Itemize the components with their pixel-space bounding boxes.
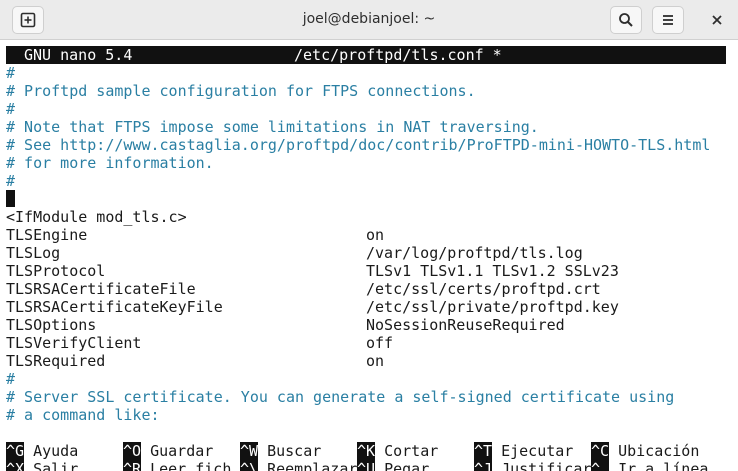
shortcut-label: Ir a línea bbox=[618, 460, 709, 471]
shortcut-label: Pegar bbox=[384, 460, 430, 471]
shortcut-label: Ubicación bbox=[618, 442, 700, 460]
directive-value: off bbox=[366, 334, 394, 352]
directive-key: TLSRequired bbox=[6, 352, 106, 370]
close-button[interactable] bbox=[706, 9, 728, 31]
nano-filename: /etc/proftpd/tls.conf * bbox=[294, 46, 502, 64]
text-cursor bbox=[6, 190, 15, 207]
shortcut-label: Leer fich. bbox=[150, 460, 241, 471]
shortcut-key: ^W bbox=[240, 442, 259, 460]
shortcut-key: ^G bbox=[6, 442, 25, 460]
shortcut-label: Salir bbox=[33, 460, 79, 471]
shortcut-save[interactable]: ^O Guardar bbox=[123, 442, 213, 460]
directive-value: TLSv1 TLSv1.1 TLSv1.2 SSLv23 bbox=[366, 262, 619, 280]
shortcut-cut[interactable]: ^K Cortar bbox=[357, 442, 438, 460]
comment-line: # Server SSL certificate. You can genera… bbox=[6, 388, 675, 406]
shortcut-key: ^_ bbox=[591, 460, 610, 471]
comment-line: # bbox=[6, 370, 16, 388]
shortcut-label: Ayuda bbox=[33, 442, 79, 460]
directive-value: /etc/ssl/private/proftpd.key bbox=[366, 298, 619, 316]
shortcut-label: Guardar bbox=[150, 442, 214, 460]
shortcut-key: ^O bbox=[123, 442, 142, 460]
directive-key: TLSRSACertificateKeyFile bbox=[6, 298, 223, 316]
comment-line: # for more information. bbox=[6, 154, 214, 172]
shortcut-key: ^U bbox=[357, 460, 376, 471]
search-icon bbox=[619, 13, 633, 27]
terminal-area[interactable]: GNU nano 5.4 /etc/proftpd/tls.conf * # #… bbox=[0, 40, 738, 471]
search-button[interactable] bbox=[610, 6, 642, 34]
shortcut-key: ^X bbox=[6, 460, 25, 471]
shortcut-label: Reemplazar bbox=[267, 460, 358, 471]
shortcut-read-file[interactable]: ^R Leer fich. bbox=[123, 460, 240, 471]
shortcut-location[interactable]: ^C Ubicación bbox=[591, 442, 699, 460]
directive-value: NoSessionReuseRequired bbox=[366, 316, 565, 334]
shortcut-exit[interactable]: ^X Salir bbox=[6, 460, 78, 471]
config-line: <IfModule mod_tls.c> bbox=[6, 208, 187, 226]
comment-line: # See http://www.castaglia.org/proftpd/d… bbox=[6, 136, 711, 154]
directive-key: TLSOptions bbox=[6, 316, 97, 334]
shortcut-label: Justificar bbox=[501, 460, 592, 471]
window-titlebar: joel@debianjoel: ~ bbox=[0, 0, 738, 40]
shortcut-key: ^T bbox=[474, 442, 493, 460]
directive-value: on bbox=[366, 226, 385, 244]
shortcut-label: Buscar bbox=[267, 442, 322, 460]
nano-header-bar: GNU nano 5.4 /etc/proftpd/tls.conf * bbox=[6, 46, 726, 64]
comment-line: # a command like: bbox=[6, 406, 160, 424]
shortcut-label: Ejecutar bbox=[501, 442, 574, 460]
directive-key: TLSProtocol bbox=[6, 262, 106, 280]
shortcut-key: ^R bbox=[123, 460, 142, 471]
directive-key: TLSVerifyClient bbox=[6, 334, 142, 352]
menu-button[interactable] bbox=[652, 6, 684, 34]
shortcut-help[interactable]: ^G Ayuda bbox=[6, 442, 78, 460]
nano-version: GNU nano 5.4 bbox=[24, 46, 133, 64]
directive-value: on bbox=[366, 352, 385, 370]
comment-line: # bbox=[6, 172, 16, 190]
directive-value: /etc/ssl/certs/proftpd.crt bbox=[366, 280, 601, 298]
shortcut-replace[interactable]: ^\ Reemplazar bbox=[240, 460, 357, 471]
close-icon bbox=[712, 15, 722, 25]
directive-value: /var/log/proftpd/tls.log bbox=[366, 244, 583, 262]
shortcut-key: ^J bbox=[474, 460, 493, 471]
shortcut-paste[interactable]: ^U Pegar bbox=[357, 460, 429, 471]
shortcut-search[interactable]: ^W Buscar bbox=[240, 442, 321, 460]
shortcut-justify[interactable]: ^J Justificar bbox=[474, 460, 591, 471]
directive-key: TLSEngine bbox=[6, 226, 88, 244]
directive-key: TLSLog bbox=[6, 244, 61, 262]
comment-line: # Note that FTPS impose some limitations… bbox=[6, 118, 539, 136]
comment-line: # bbox=[6, 64, 16, 82]
shortcut-label: Cortar bbox=[384, 442, 439, 460]
comment-line: # bbox=[6, 100, 16, 118]
shortcut-key: ^\ bbox=[240, 460, 259, 471]
comment-line: # Proftpd sample configuration for FTPS … bbox=[6, 82, 476, 100]
directive-key: TLSRSACertificateFile bbox=[6, 280, 196, 298]
shortcut-execute[interactable]: ^T Ejecutar bbox=[474, 442, 573, 460]
shortcut-key: ^C bbox=[591, 442, 610, 460]
hamburger-menu-icon bbox=[663, 15, 673, 25]
shortcut-key: ^K bbox=[357, 442, 376, 460]
shortcut-goto-line[interactable]: ^_ Ir a línea bbox=[591, 460, 708, 471]
